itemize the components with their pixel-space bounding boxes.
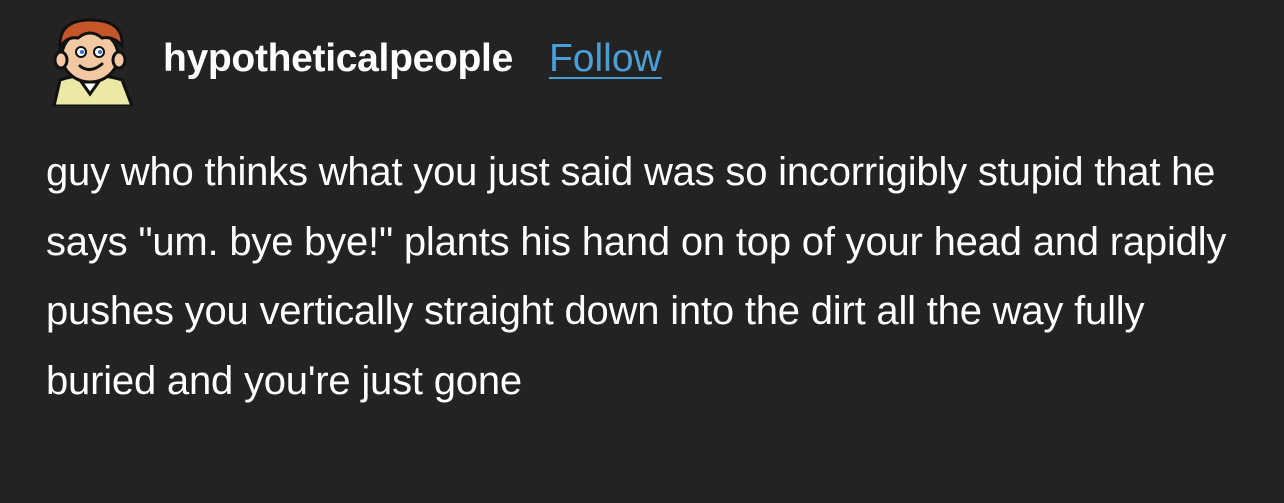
cartoon-boy-avatar-icon bbox=[52, 18, 134, 106]
post-body-text: guy who thinks what you just said was so… bbox=[46, 150, 1227, 403]
tumblr-post: hypotheticalpeople Follow guy who thinks… bbox=[0, 0, 1284, 503]
avatar[interactable] bbox=[44, 14, 136, 106]
follow-button[interactable]: Follow bbox=[549, 39, 662, 78]
post-header: hypotheticalpeople Follow bbox=[44, 12, 662, 108]
username-link[interactable]: hypotheticalpeople bbox=[163, 39, 513, 78]
